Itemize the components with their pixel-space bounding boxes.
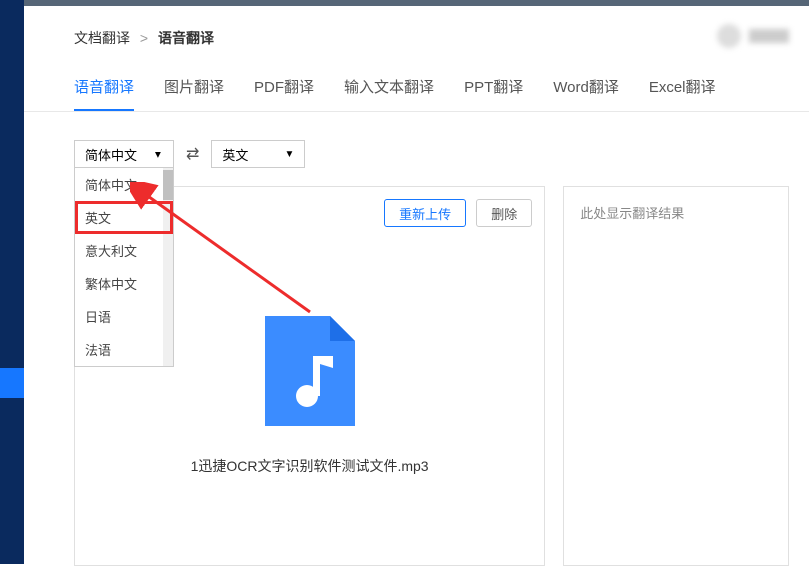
- dropdown-option-english[interactable]: 英文: [75, 201, 173, 234]
- username: [749, 29, 789, 43]
- chevron-down-icon: ▼: [285, 149, 295, 160]
- result-placeholder: 此处显示翻译结果: [564, 187, 788, 238]
- sidebar: [0, 0, 24, 564]
- dropdown-option-traditional-chinese[interactable]: 繁体中文: [75, 267, 173, 300]
- dropdown-option-simplified-chinese[interactable]: 简体中文: [75, 168, 173, 201]
- dropdown-option-italian[interactable]: 意大利文: [75, 234, 173, 267]
- tabs: 语音翻译 图片翻译 PDF翻译 输入文本翻译 PPT翻译 Word翻译 Exce…: [24, 48, 809, 112]
- result-panel: 此处显示翻译结果: [563, 186, 789, 566]
- target-language-select-wrap: 英文 ▼: [211, 140, 305, 168]
- audio-file-icon: [265, 316, 355, 426]
- swap-languages-icon[interactable]: ⇄: [186, 144, 199, 164]
- source-language-select-wrap: 简体中文 ▲ 简体中文 英文 意大利文 繁体中文 日语 法语: [74, 140, 174, 168]
- tab-word-translate[interactable]: Word翻译: [553, 76, 619, 111]
- tab-excel-translate[interactable]: Excel翻译: [649, 76, 716, 111]
- avatar: [717, 24, 741, 48]
- source-language-dropdown: 简体中文 英文 意大利文 繁体中文 日语 法语: [74, 168, 174, 367]
- source-language-select[interactable]: 简体中文 ▲: [74, 140, 174, 168]
- breadcrumb-separator: >: [140, 30, 148, 46]
- tab-text-translate[interactable]: 输入文本翻译: [344, 76, 434, 111]
- user-area[interactable]: [717, 24, 789, 48]
- source-language-value: 简体中文: [85, 145, 137, 164]
- tab-voice-translate[interactable]: 语音翻译: [74, 76, 134, 111]
- breadcrumb: 文档翻译 > 语音翻译: [24, 6, 809, 48]
- target-language-select[interactable]: 英文 ▼: [211, 140, 305, 168]
- dropdown-option-japanese[interactable]: 日语: [75, 300, 173, 333]
- chevron-up-icon: ▲: [153, 149, 163, 160]
- sidebar-active-indicator: [0, 368, 24, 398]
- tab-pdf-translate[interactable]: PDF翻译: [254, 76, 314, 111]
- file-name: 1迅捷OCR文字识别软件测试文件.mp3: [191, 456, 429, 476]
- delete-button[interactable]: 删除: [476, 199, 532, 227]
- scrollbar-thumb[interactable]: [163, 170, 173, 200]
- main-content: 文档翻译 > 语音翻译 语音翻译 图片翻译 PDF翻译 输入文本翻译 PPT翻译…: [24, 6, 809, 564]
- breadcrumb-current: 语音翻译: [158, 30, 214, 46]
- target-language-value: 英文: [222, 145, 248, 164]
- dropdown-scrollbar[interactable]: [163, 168, 173, 366]
- tab-image-translate[interactable]: 图片翻译: [164, 76, 224, 111]
- panel-actions: 重新上传 删除: [384, 199, 532, 227]
- dropdown-option-french[interactable]: 法语: [75, 333, 173, 366]
- breadcrumb-parent[interactable]: 文档翻译: [74, 30, 130, 46]
- language-controls: 简体中文 ▲ 简体中文 英文 意大利文 繁体中文 日语 法语 ⇄ 英文 ▼: [24, 112, 809, 168]
- reupload-button[interactable]: 重新上传: [384, 199, 466, 227]
- tab-ppt-translate[interactable]: PPT翻译: [464, 76, 523, 111]
